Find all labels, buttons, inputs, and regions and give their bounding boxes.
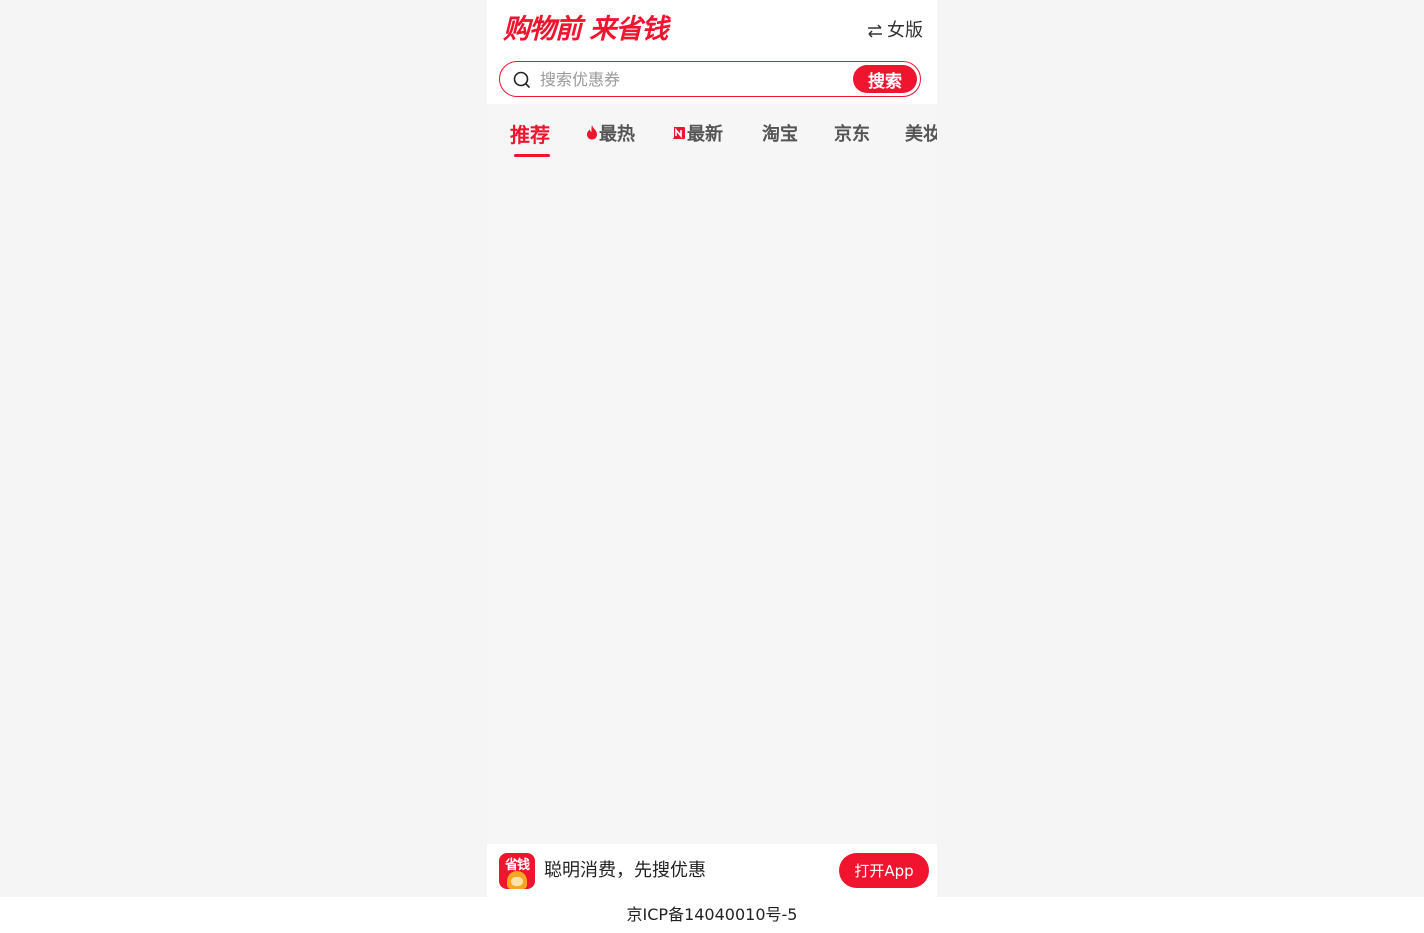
tab-recommend[interactable]: 推荐: [510, 122, 550, 148]
version-switch-label: 女版: [887, 20, 923, 41]
tab-label: 推荐: [510, 123, 550, 147]
tab-label: 最新: [687, 124, 723, 145]
version-switch-button[interactable]: 女版: [867, 18, 923, 44]
search-icon: [513, 71, 531, 93]
monkey-face-icon: [511, 877, 523, 886]
swap-arrows-icon: [867, 24, 883, 38]
category-tabs: 推荐 最热 最新 淘宝 京东 美妆: [487, 110, 937, 166]
open-app-banner[interactable]: 省钱 聪明消费，先搜优惠 打开App: [487, 844, 937, 897]
banner-slogan: 聪明消费，先搜优惠: [544, 860, 706, 881]
tab-label: 美妆: [905, 124, 937, 145]
app-logo-icon: 省钱: [499, 853, 535, 889]
tab-hottest[interactable]: 最热: [586, 122, 635, 148]
header: 购物前 来省钱 女版 搜索: [487, 0, 937, 104]
tab-label: 淘宝: [762, 124, 798, 145]
tab-newest[interactable]: 最新: [672, 122, 723, 148]
search-button[interactable]: 搜索: [853, 65, 917, 93]
new-badge-icon: [672, 122, 687, 148]
tab-label: 京东: [834, 124, 870, 145]
active-tab-indicator: [514, 154, 550, 157]
search-input[interactable]: [540, 66, 840, 92]
mobile-page: 购物前 来省钱 女版 搜索 推荐: [487, 0, 937, 897]
tab-taobao[interactable]: 淘宝: [762, 122, 798, 148]
site-logo[interactable]: 购物前 来省钱: [503, 12, 668, 48]
icp-license-link[interactable]: 京ICP备14040010号-5: [0, 903, 1424, 927]
footer: 京ICP备14040010号-5: [0, 897, 1424, 933]
search-bar: 搜索: [499, 61, 921, 97]
tab-jd[interactable]: 京东: [834, 122, 870, 148]
tab-beauty[interactable]: 美妆: [905, 122, 937, 148]
fire-icon: [586, 122, 599, 148]
tab-label: 最热: [599, 124, 635, 145]
open-app-button[interactable]: 打开App: [839, 853, 929, 888]
